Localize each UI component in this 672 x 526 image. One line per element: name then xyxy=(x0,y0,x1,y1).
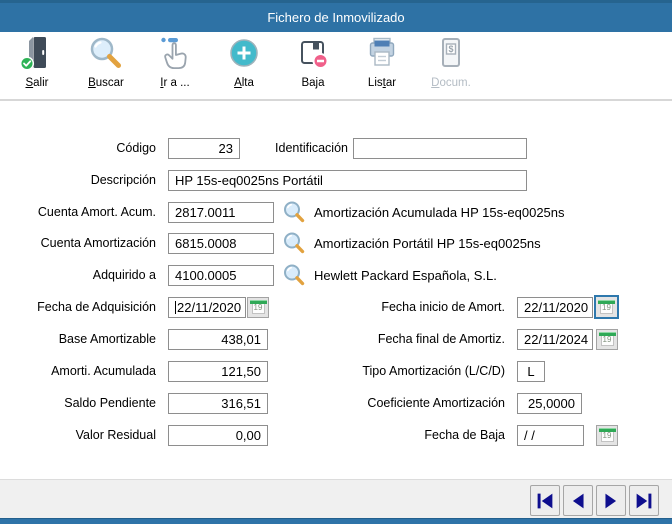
tipo-amortizacion-input[interactable]: L xyxy=(517,361,545,382)
first-record-icon xyxy=(533,489,557,513)
base-amortizable-input[interactable]: 438,01 xyxy=(168,329,268,350)
adquirido-a-label: Adquirido a xyxy=(0,265,156,286)
valor-residual-input[interactable]: 0,00 xyxy=(168,425,268,446)
tipo-amortizacion-label: Tipo Amortización (L/C/D) xyxy=(330,361,505,382)
fecha-baja-label: Fecha de Baja xyxy=(330,425,505,446)
fecha-baja-input[interactable]: / / xyxy=(517,425,584,446)
window-bottom-edge xyxy=(0,518,672,524)
fecha-adquisicion-label: Fecha de Adquisición xyxy=(0,297,156,318)
adquirido-a-description: Hewlett Packard Española, S.L. xyxy=(314,265,497,287)
amort-acumulada-input[interactable]: 121,50 xyxy=(168,361,268,382)
lookup-icon[interactable] xyxy=(282,263,306,287)
amort-acumulada-label: Amorti. Acumulada xyxy=(0,361,156,382)
saldo-pendiente-label: Saldo Pendiente xyxy=(0,393,156,414)
fecha-inicio-amort-input[interactable]: 22/11/2020 xyxy=(517,297,593,318)
base-amortizable-label: Base Amortizable xyxy=(0,329,156,350)
saldo-pendiente-input[interactable]: 316,51 xyxy=(168,393,268,414)
previous-record-icon xyxy=(566,489,590,513)
record-navigation-buttons xyxy=(530,485,659,516)
fecha-inicio-amort-label: Fecha inicio de Amort. xyxy=(330,297,505,318)
cuenta-amortizacion-description: Amortización Portátil HP 15s-eq0025ns xyxy=(314,233,541,255)
identificacion-input[interactable] xyxy=(353,138,527,159)
codigo-input[interactable]: 23 xyxy=(168,138,240,159)
last-record-button[interactable] xyxy=(629,485,659,516)
asset-form: Código 23 Identificación Descripción HP … xyxy=(0,0,672,526)
codigo-label: Código xyxy=(0,138,156,159)
cuenta-amortizacion-label: Cuenta Amortización xyxy=(0,233,156,254)
cuenta-amort-acum-input[interactable]: 2817.0011 xyxy=(168,202,274,223)
record-navigation-bar xyxy=(0,479,672,518)
next-record-icon xyxy=(599,489,623,513)
calendar-icon: 19 xyxy=(252,301,265,314)
cuenta-amort-acum-description: Amortización Acumulada HP 15s-eq0025ns xyxy=(314,202,565,224)
fecha-adquisicion-input[interactable]: 22/11/2020 xyxy=(168,297,246,318)
calendar-button[interactable]: 19 xyxy=(596,425,618,446)
first-record-button[interactable] xyxy=(530,485,560,516)
last-record-icon xyxy=(632,489,656,513)
next-record-button[interactable] xyxy=(596,485,626,516)
calendar-icon: 19 xyxy=(601,429,614,442)
calendar-button-focused[interactable]: 19 xyxy=(594,295,619,319)
calendar-icon: 19 xyxy=(600,301,613,314)
descripcion-input[interactable]: HP 15s-eq0025ns Portátil xyxy=(168,170,527,191)
fecha-final-amortiz-label: Fecha final de Amortiz. xyxy=(330,329,505,350)
calendar-button[interactable]: 19 xyxy=(596,329,618,350)
text-caret xyxy=(175,301,176,314)
lookup-icon[interactable] xyxy=(282,200,306,224)
adquirido-a-input[interactable]: 4100.0005 xyxy=(168,265,274,286)
coeficiente-amortizacion-label: Coeficiente Amortización xyxy=(330,393,505,414)
fecha-final-amortiz-input[interactable]: 22/11/2024 xyxy=(517,329,593,350)
calendar-button[interactable]: 19 xyxy=(247,297,269,318)
identificacion-label: Identificación xyxy=(252,138,348,159)
cuenta-amort-acum-label: Cuenta Amort. Acum. xyxy=(0,202,156,223)
descripcion-label: Descripción xyxy=(0,170,156,191)
valor-residual-label: Valor Residual xyxy=(0,425,156,446)
lookup-icon[interactable] xyxy=(282,231,306,255)
coeficiente-amortizacion-input[interactable]: 25,0000 xyxy=(517,393,582,414)
asset-file-window: Fichero de Inmovilizado Salir Buscar xyxy=(0,0,672,526)
previous-record-button[interactable] xyxy=(563,485,593,516)
calendar-icon: 19 xyxy=(601,333,614,346)
cuenta-amortizacion-input[interactable]: 6815.0008 xyxy=(168,233,274,254)
